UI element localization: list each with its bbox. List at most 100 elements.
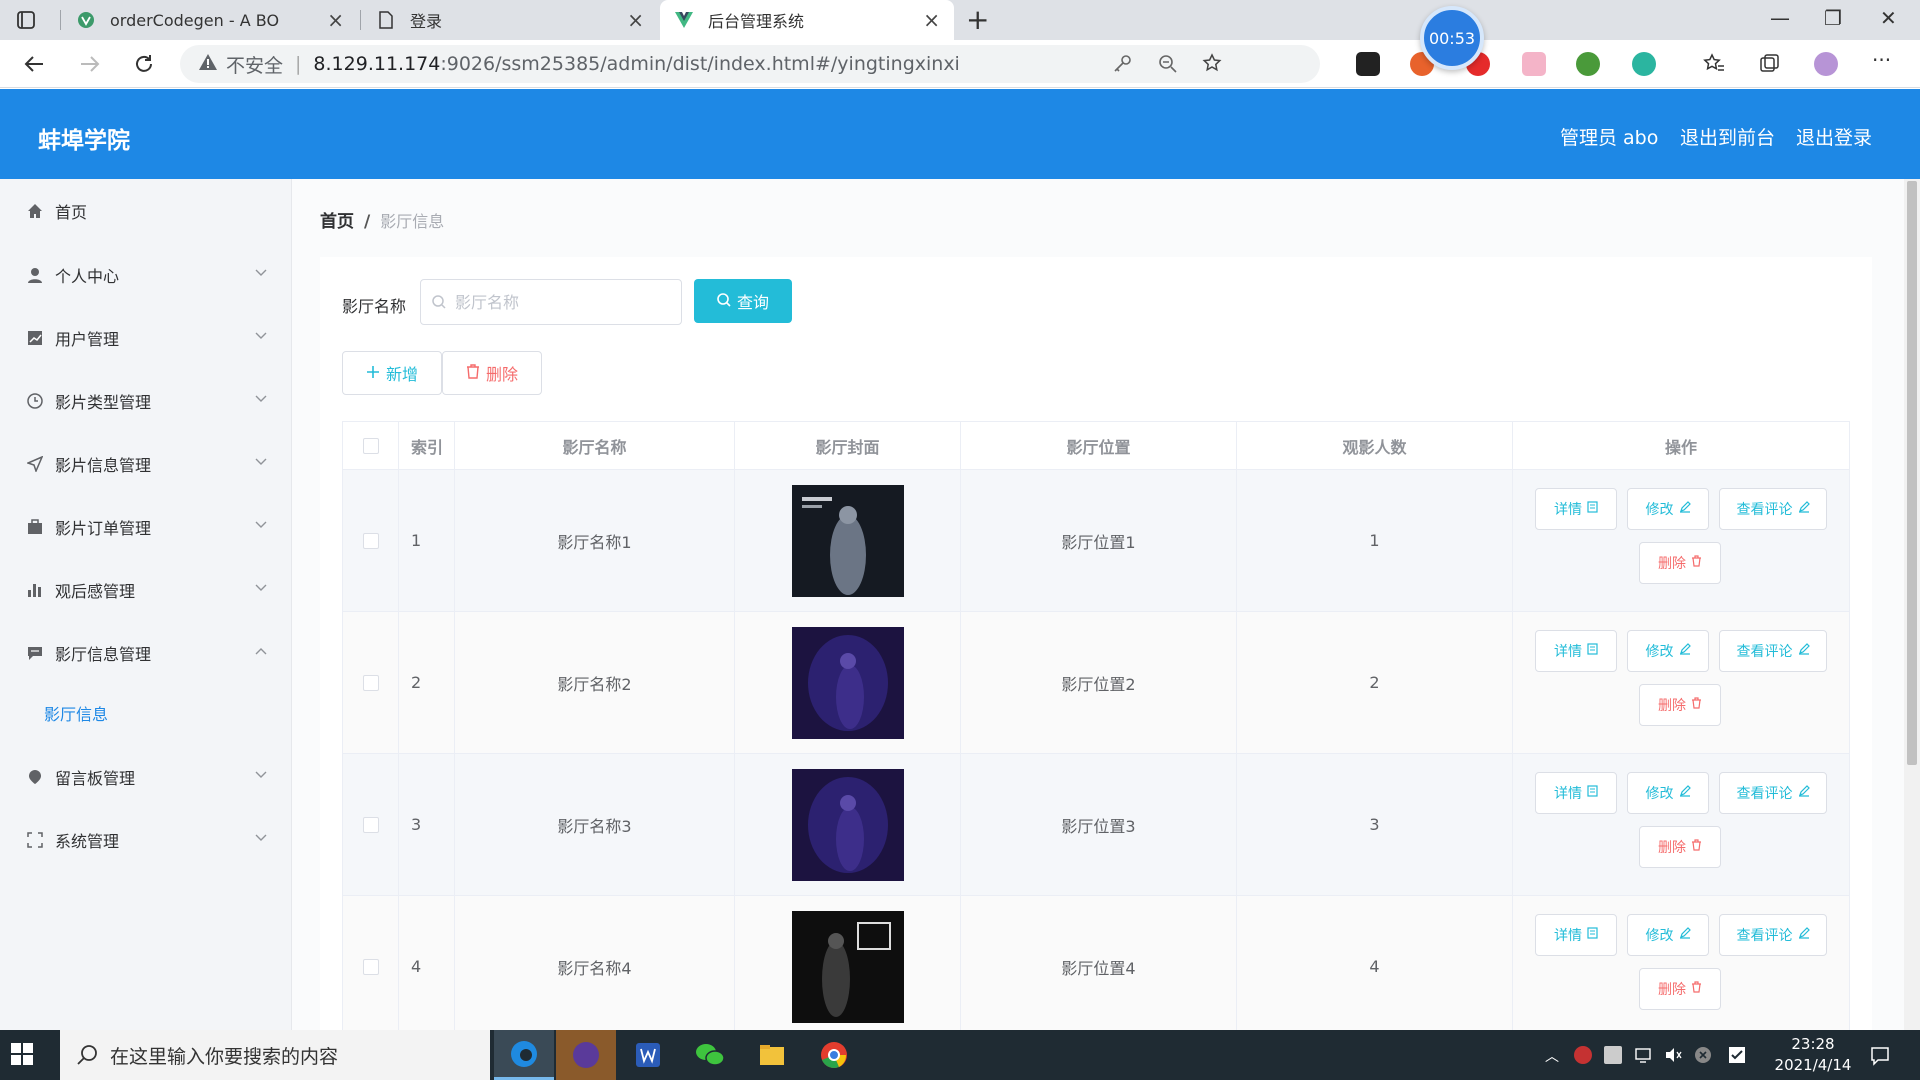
chevron-up-icon[interactable]: ︿ xyxy=(1545,1046,1563,1065)
chrome-taskbar-icon[interactable] xyxy=(804,1030,864,1080)
view-comments-button[interactable]: 查看评论 xyxy=(1719,630,1827,672)
close-icon[interactable]: × xyxy=(627,10,644,30)
windows-start-icon[interactable] xyxy=(10,1042,34,1070)
hall-name-search-input[interactable] xyxy=(420,279,682,325)
tab-actions-icon[interactable] xyxy=(14,8,38,32)
sidebar-item-movie-order-management[interactable]: 影片订单管理 xyxy=(0,503,292,551)
sidebar-subitem-hall-info[interactable]: 影厅信息 xyxy=(44,701,108,725)
pencil-icon xyxy=(1679,501,1691,517)
address-bar[interactable]: 不安全 | 8.129.11.174 :9026/ssm25385/admin/… xyxy=(180,45,1320,83)
window-close-icon[interactable]: ✕ xyxy=(1880,6,1897,30)
restore-icon[interactable]: ❐ xyxy=(1824,6,1842,30)
logout-link[interactable]: 退出登录 xyxy=(1796,123,1872,150)
checkmark-icon[interactable] xyxy=(1728,1046,1746,1064)
select-all-checkbox[interactable] xyxy=(362,437,379,454)
sidebar-item-movie-info-management[interactable]: 影片信息管理 xyxy=(0,440,292,488)
scrollbar-thumb[interactable] xyxy=(1907,181,1917,765)
edit-button[interactable]: 修改 xyxy=(1627,914,1709,956)
sidebar-item-user-management[interactable]: 用户管理 xyxy=(0,314,292,362)
chevron-down-icon xyxy=(254,265,268,279)
battery-icon[interactable] xyxy=(1604,1046,1622,1064)
hall-cover-image[interactable] xyxy=(791,768,904,881)
row-checkbox[interactable] xyxy=(362,816,379,833)
sidebar-item-personal-center[interactable]: 个人中心 xyxy=(0,251,292,299)
row-delete-button[interactable]: 删除 xyxy=(1639,542,1721,584)
page-icon xyxy=(376,10,396,30)
forward-icon[interactable] xyxy=(76,50,104,78)
detail-button[interactable]: 详情 xyxy=(1535,772,1617,814)
volume-icon[interactable] xyxy=(1664,1046,1682,1064)
tab-admin-system[interactable]: 后台管理系统 × xyxy=(660,0,954,40)
more-icon[interactable]: ··· xyxy=(1872,50,1896,76)
exit-to-front-link[interactable]: 退出到前台 xyxy=(1680,123,1775,150)
batch-delete-button[interactable]: 删除 xyxy=(442,351,542,395)
sidebar-item-message-board-management[interactable]: 留言板管理 xyxy=(0,753,292,801)
extension-icon[interactable] xyxy=(1356,52,1380,76)
detail-button[interactable]: 详情 xyxy=(1535,914,1617,956)
hall-info-table: 索引 影厅名称 影厅封面 影厅位置 观影人数 操作 1 影厅名称1 影厅位置1 … xyxy=(342,421,1850,1039)
address-separator: | xyxy=(295,53,302,75)
app-taskbar-icon[interactable] xyxy=(556,1030,616,1080)
row-checkbox[interactable] xyxy=(362,674,379,691)
breadcrumb-home[interactable]: 首页 xyxy=(320,212,354,232)
page-scrollbar[interactable] xyxy=(1904,179,1920,1030)
taskbar-search-box[interactable]: 在这里输入你要搜索的内容 xyxy=(60,1030,490,1080)
edit-button[interactable]: 修改 xyxy=(1627,772,1709,814)
row-check-cell xyxy=(343,612,399,753)
tray-app-icon[interactable] xyxy=(1574,1046,1592,1064)
home-icon xyxy=(26,202,44,220)
tab-login[interactable]: 登录 × xyxy=(362,0,658,40)
tab-ordercodegen[interactable]: orderCodegen - A BO × xyxy=(62,0,358,40)
taskbar-clock[interactable]: 23:28 2021/4/14 xyxy=(1768,1034,1858,1076)
key-icon[interactable] xyxy=(1112,54,1132,79)
sidebar-item-review-management[interactable]: 观后感管理 xyxy=(0,566,292,614)
refresh-icon[interactable] xyxy=(130,50,158,78)
new-tab-icon[interactable]: + xyxy=(966,6,989,34)
extension-icon[interactable] xyxy=(1522,52,1546,76)
warning-icon xyxy=(198,53,218,76)
collections-icon[interactable] xyxy=(1758,52,1782,76)
row-delete-button[interactable]: 删除 xyxy=(1639,826,1721,868)
sidebar-item-home[interactable]: 首页 xyxy=(0,187,292,235)
edit-button[interactable]: 修改 xyxy=(1627,630,1709,672)
row-checkbox[interactable] xyxy=(362,958,379,975)
view-comments-button[interactable]: 查看评论 xyxy=(1719,488,1827,530)
view-comments-button[interactable]: 查看评论 xyxy=(1719,772,1827,814)
favorite-add-icon[interactable] xyxy=(1202,53,1224,80)
row-delete-button[interactable]: 删除 xyxy=(1639,968,1721,1010)
hall-cover-image[interactable] xyxy=(791,910,904,1023)
extension-icon[interactable] xyxy=(1576,52,1600,76)
network-icon[interactable] xyxy=(1634,1046,1652,1064)
close-icon[interactable]: × xyxy=(327,10,344,30)
sidebar-item-system-management[interactable]: 系统管理 xyxy=(0,816,292,864)
row-delete-button[interactable]: 删除 xyxy=(1639,684,1721,726)
zoom-out-icon[interactable] xyxy=(1158,54,1178,79)
admin-user-label[interactable]: 管理员 abo xyxy=(1560,123,1658,150)
edge-taskbar-icon[interactable] xyxy=(494,1030,554,1080)
extension-icon[interactable] xyxy=(1632,52,1656,76)
tab-title: 后台管理系统 xyxy=(708,12,805,31)
word-taskbar-icon[interactable] xyxy=(618,1030,678,1080)
view-comments-button[interactable]: 查看评论 xyxy=(1719,914,1827,956)
hall-cover-image[interactable] xyxy=(791,626,904,739)
close-icon[interactable]: × xyxy=(923,10,940,30)
back-icon[interactable] xyxy=(20,50,48,78)
minimize-icon[interactable]: — xyxy=(1770,6,1790,30)
detail-button[interactable]: 详情 xyxy=(1535,488,1617,530)
edit-button[interactable]: 修改 xyxy=(1627,488,1709,530)
detail-button[interactable]: 详情 xyxy=(1535,630,1617,672)
sidebar-item-hall-info-management[interactable]: 影厅信息管理 xyxy=(0,629,292,677)
profile-avatar[interactable] xyxy=(1814,52,1838,76)
query-button[interactable]: 查询 xyxy=(694,279,792,323)
hall-cover-image[interactable] xyxy=(791,484,904,597)
close-circle-icon[interactable] xyxy=(1694,1046,1712,1064)
wechat-taskbar-icon[interactable] xyxy=(680,1030,740,1080)
file-explorer-taskbar-icon[interactable] xyxy=(742,1030,802,1080)
add-button[interactable]: 新增 xyxy=(342,351,442,395)
row-count: 3 xyxy=(1237,754,1513,895)
row-checkbox[interactable] xyxy=(362,532,379,549)
sidebar-item-movie-type-management[interactable]: 影片类型管理 xyxy=(0,377,292,425)
timer-badge[interactable]: 00:53 xyxy=(1420,6,1484,70)
notification-icon[interactable] xyxy=(1870,1046,1889,1066)
favorites-icon[interactable] xyxy=(1702,52,1726,76)
